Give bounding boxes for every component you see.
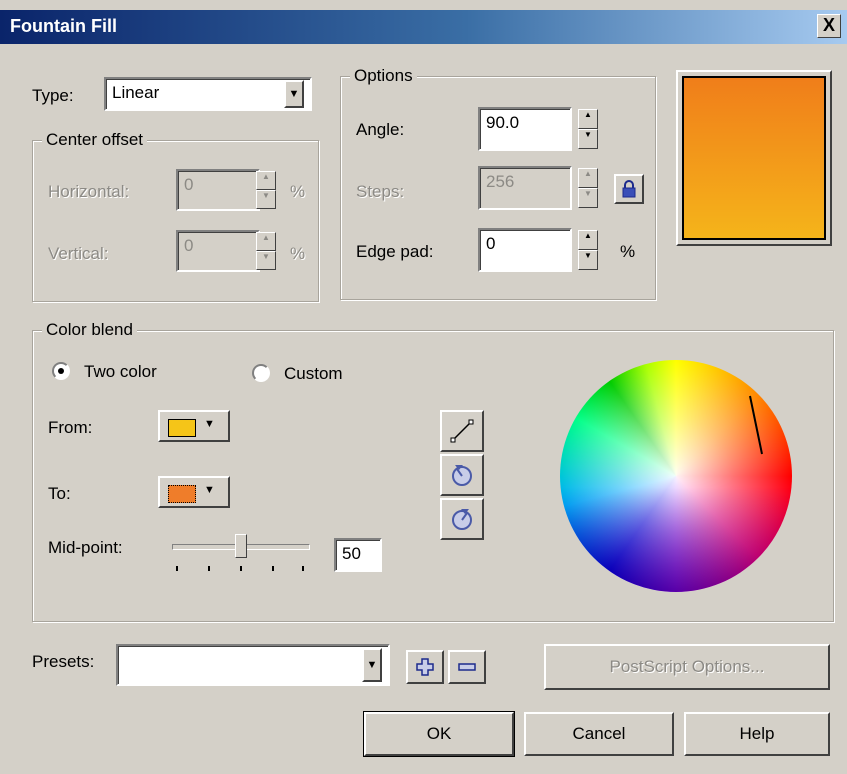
slider-thumb[interactable] — [235, 534, 247, 558]
tick — [302, 566, 304, 571]
fill-preview — [682, 76, 826, 240]
type-label: Type: — [32, 86, 74, 105]
steps-label: Steps: — [356, 182, 405, 201]
postscript-options-button[interactable]: PostScript Options... — [544, 644, 830, 690]
two-color-radio[interactable] — [52, 362, 70, 380]
type-value: Linear — [112, 83, 160, 102]
to-label: To: — [48, 484, 71, 503]
title-bar: Fountain Fill X — [0, 10, 847, 44]
clockwise-icon — [452, 509, 472, 530]
vertical-spinner[interactable]: ▲ ▼ — [256, 232, 276, 270]
tick — [240, 566, 242, 571]
horizontal-spinner[interactable]: ▲ ▼ — [256, 171, 276, 209]
presets-dropdown-button[interactable]: ▼ — [362, 648, 382, 682]
steps-spinner[interactable]: ▲ ▼ — [578, 168, 598, 208]
vertical-value: 0 — [184, 236, 194, 255]
help-button[interactable]: Help — [684, 712, 830, 756]
midpoint-slider[interactable] — [172, 532, 310, 576]
horizontal-unit: % — [290, 182, 306, 201]
to-color-swatch — [168, 485, 196, 503]
edge-pad-value: 0 — [486, 234, 496, 253]
close-button[interactable]: X — [817, 14, 841, 38]
edge-pad-label: Edge pad: — [356, 242, 434, 261]
from-color-button[interactable]: ▼ — [158, 410, 230, 442]
tick — [176, 566, 178, 571]
chevron-down-icon: ▼ — [204, 484, 215, 496]
from-color-swatch — [168, 419, 196, 437]
custom-label: Custom — [284, 364, 343, 383]
edge-pad-unit: % — [620, 242, 636, 261]
vertical-input[interactable]: 0 — [176, 230, 260, 272]
edge-pad-spinner[interactable]: ▲ ▼ — [578, 230, 598, 270]
plus-icon — [416, 658, 434, 676]
from-label: From: — [48, 418, 93, 437]
lock-button[interactable] — [614, 174, 644, 204]
cancel-button[interactable]: Cancel — [524, 712, 674, 756]
midpoint-value: 50 — [342, 544, 361, 563]
custom-radio[interactable] — [252, 364, 270, 382]
tick — [208, 566, 210, 571]
add-preset-button[interactable] — [406, 650, 444, 684]
tick — [272, 566, 274, 571]
counter-clockwise-icon — [452, 465, 472, 486]
to-color-button[interactable]: ▼ — [158, 476, 230, 508]
chevron-down-icon: ▼ — [204, 418, 215, 430]
vertical-unit: % — [290, 244, 306, 263]
midpoint-label: Mid-point: — [48, 538, 123, 557]
blend-path-line — [749, 395, 763, 455]
angle-label: Angle: — [356, 120, 405, 139]
options-legend: Options — [350, 66, 417, 86]
midpoint-input[interactable]: 50 — [334, 538, 382, 572]
angle-spinner[interactable]: ▲ ▼ — [578, 109, 598, 149]
horizontal-input[interactable]: 0 — [176, 169, 260, 211]
steps-value: 256 — [486, 172, 515, 191]
type-dropdown-button[interactable]: ▼ — [284, 80, 304, 108]
type-select[interactable]: Linear — [104, 77, 312, 111]
horizontal-value: 0 — [184, 175, 194, 194]
clockwise-blend-button[interactable] — [440, 498, 484, 540]
edge-pad-input[interactable]: 0 — [478, 228, 572, 272]
counter-clockwise-blend-button[interactable] — [440, 454, 484, 496]
vertical-label: Vertical: — [48, 244, 109, 263]
presets-select[interactable] — [116, 644, 390, 686]
lock-icon — [622, 180, 636, 198]
window-title: Fountain Fill — [10, 16, 117, 36]
steps-input[interactable]: 256 — [478, 166, 572, 210]
minus-icon — [458, 663, 476, 671]
direct-blend-button[interactable] — [440, 410, 484, 452]
two-color-label: Two color — [84, 362, 157, 381]
preview-frame — [676, 70, 832, 246]
color-blend-legend: Color blend — [42, 320, 137, 340]
presets-label: Presets: — [32, 652, 95, 671]
angle-value: 90.0 — [486, 113, 520, 132]
ok-button[interactable]: OK — [363, 711, 515, 757]
angle-input[interactable]: 90.0 — [478, 107, 572, 151]
direct-line-icon — [450, 419, 474, 443]
color-wheel[interactable] — [560, 360, 792, 592]
horizontal-label: Horizontal: — [48, 182, 130, 201]
center-offset-legend: Center offset — [42, 130, 148, 150]
center-offset-group — [32, 140, 319, 302]
remove-preset-button[interactable] — [448, 650, 486, 684]
